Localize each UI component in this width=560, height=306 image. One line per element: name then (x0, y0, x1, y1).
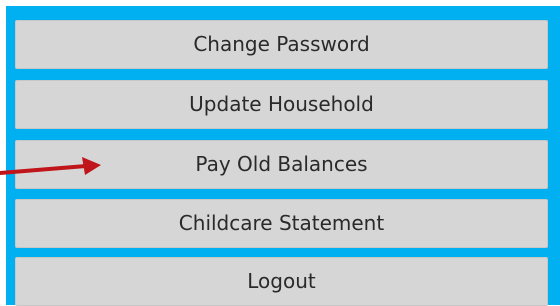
change-password-button[interactable]: Change Password (15, 20, 548, 69)
logout-button[interactable]: Logout (15, 257, 548, 306)
update-household-button[interactable]: Update Household (15, 80, 548, 129)
account-menu-panel: Change Password Update Household Pay Old… (0, 0, 560, 306)
annotation-arrow-icon (0, 157, 101, 175)
childcare-statement-button[interactable]: Childcare Statement (15, 199, 548, 248)
